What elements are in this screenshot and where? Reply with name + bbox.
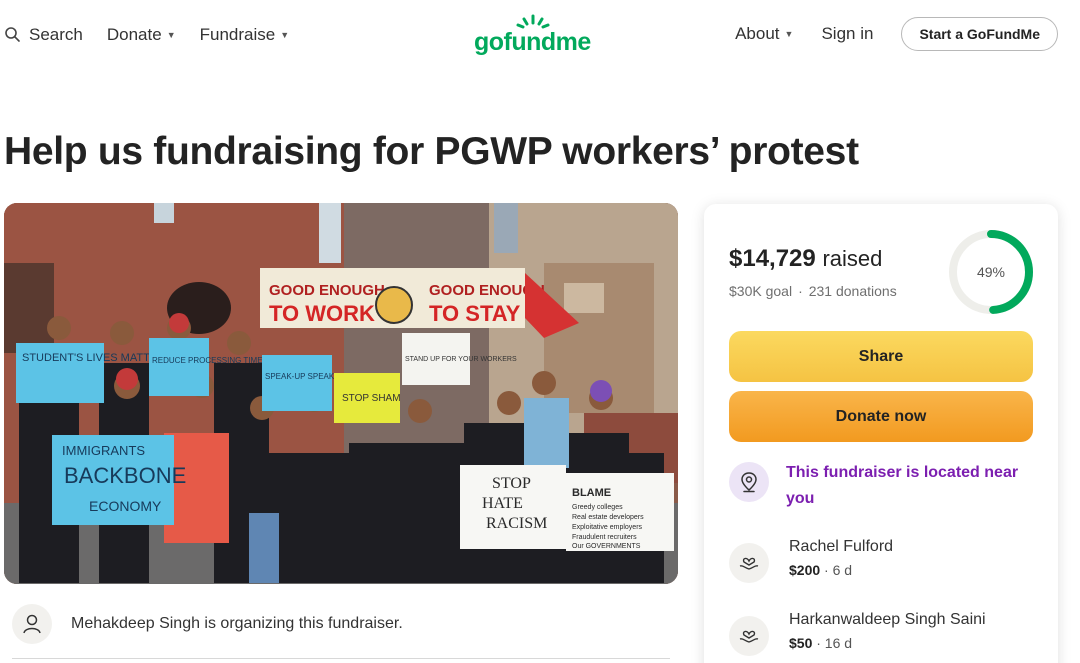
sign-immigrants: IMMIGRANTS	[62, 443, 145, 458]
sign-in-link[interactable]: Sign in	[821, 24, 873, 44]
donor-item: Rachel Fulford $200 · 6 d	[729, 538, 1039, 584]
banner-text-1: GOOD ENOUGH	[269, 282, 385, 299]
share-button[interactable]: Share	[729, 331, 1033, 382]
donate-label: Donate	[106, 25, 162, 44]
banner-text-2: TO WORK	[269, 301, 375, 326]
separator-dot: ·	[798, 283, 803, 299]
donation-card: $14,729 raised $30K goal · 231 donations 4…	[704, 204, 1058, 663]
location-icon-wrap	[729, 462, 769, 502]
search-icon	[5, 27, 20, 42]
amount-value: $14,729	[729, 245, 816, 272]
sign-stand-up: STAND UP FOR YOUR WORKERS	[405, 356, 517, 363]
donate-menu[interactable]: Donate ▼	[107, 25, 176, 45]
heart-hands-icon	[739, 630, 759, 643]
sign-blame-4: Fraudulent recruiters	[572, 534, 637, 541]
goal-text: $30K goal	[729, 283, 793, 299]
nav-right: About ▼ Sign in Start a GoFundMe	[735, 17, 1058, 51]
raised-word: raised	[822, 246, 883, 271]
fundraise-label: Fundraise	[199, 25, 276, 44]
donate-now-button[interactable]: Donate now	[729, 391, 1033, 442]
donor-amount: $200	[789, 562, 821, 578]
donor-meta: $50 · 16 d	[789, 635, 852, 651]
donor-time: · 16 d	[816, 635, 853, 651]
sign-hate: HATE	[482, 495, 523, 512]
sign-blame: BLAME	[572, 487, 611, 499]
donor-name: Rachel Fulford	[789, 538, 894, 555]
about-label: About	[735, 24, 780, 43]
search-link[interactable]: Search	[4, 25, 83, 45]
search-label: Search	[29, 25, 83, 44]
donor-amount: $50	[789, 635, 813, 651]
sign-blame-1: Greedy colleges	[572, 504, 623, 511]
user-icon	[23, 614, 41, 634]
goal-line: $30K goal · 231 donations	[729, 283, 897, 299]
raised-amount: $14,729 raised	[729, 245, 882, 273]
donor-avatar	[729, 543, 769, 583]
organizer-row: Mehakdeep Singh is organizing this fundr…	[12, 604, 403, 644]
sign-blame-3: Exploitative employers	[572, 524, 643, 531]
sign-racism: RACISM	[486, 515, 547, 532]
sign-blame-5: Our GOVERNMENTS	[572, 543, 641, 550]
chevron-down-icon: ▼	[166, 30, 176, 40]
donor-time: · 6 d	[824, 562, 853, 578]
sign-blame-2: Real estate developers	[572, 514, 644, 521]
chevron-down-icon: ▼	[280, 30, 290, 40]
progress-percent: 49%	[976, 264, 1006, 280]
chevron-down-icon: ▼	[784, 29, 794, 39]
protest-photo: GOOD ENOUGH TO WORK GOOD ENOUGH TO STAY …	[4, 203, 678, 584]
hero-photo[interactable]: GOOD ENOUGH TO WORK GOOD ENOUGH TO STAY …	[4, 203, 678, 584]
sign-students: STUDENT'S LIVES MATTER	[22, 352, 165, 364]
about-menu[interactable]: About ▼	[735, 24, 793, 44]
fundraise-menu[interactable]: Fundraise ▼	[200, 25, 290, 45]
heart-hands-icon	[739, 557, 759, 570]
page-title: Help us fundraising for PGWP workers’ pr…	[4, 130, 859, 173]
donor-item: Harkanwaldeep Singh Saini $50 · 16 d	[729, 611, 1039, 657]
sign-reduce: REDUCE PROCESSING TIME	[152, 356, 263, 365]
divider	[12, 658, 670, 659]
donations-count: 231 donations	[808, 283, 897, 299]
avatar	[12, 604, 52, 644]
nav-left: Search Donate ▼ Fundraise ▼	[4, 22, 313, 48]
banner-text-4: TO STAY	[429, 301, 521, 326]
sign-backbone: BACKBONE	[64, 463, 186, 488]
sign-stop-sham: STOP SHAM	[342, 393, 401, 404]
sign-in-label: Sign in	[821, 24, 874, 43]
logo-text: gofundme	[474, 28, 591, 56]
donor-name: Harkanwaldeep Singh Saini	[789, 611, 986, 628]
organizer-text: Mehakdeep Singh is organizing this fundr…	[71, 615, 403, 632]
progress-ring: 49%	[947, 228, 1035, 316]
site-header: Search Donate ▼ Fundraise ▼ gofundme Abo…	[0, 0, 1080, 70]
location-notice-text: This fundraiser is located near you	[786, 464, 1019, 507]
location-pin-icon	[741, 472, 757, 493]
gofundme-logo[interactable]: gofundme	[474, 14, 591, 56]
donor-avatar	[729, 616, 769, 656]
start-gofundme-button[interactable]: Start a GoFundMe	[901, 17, 1058, 51]
donor-meta: $200 · 6 d	[789, 562, 852, 578]
sign-economy: ECONOMY	[89, 498, 162, 514]
sign-stop: STOP	[492, 475, 531, 492]
